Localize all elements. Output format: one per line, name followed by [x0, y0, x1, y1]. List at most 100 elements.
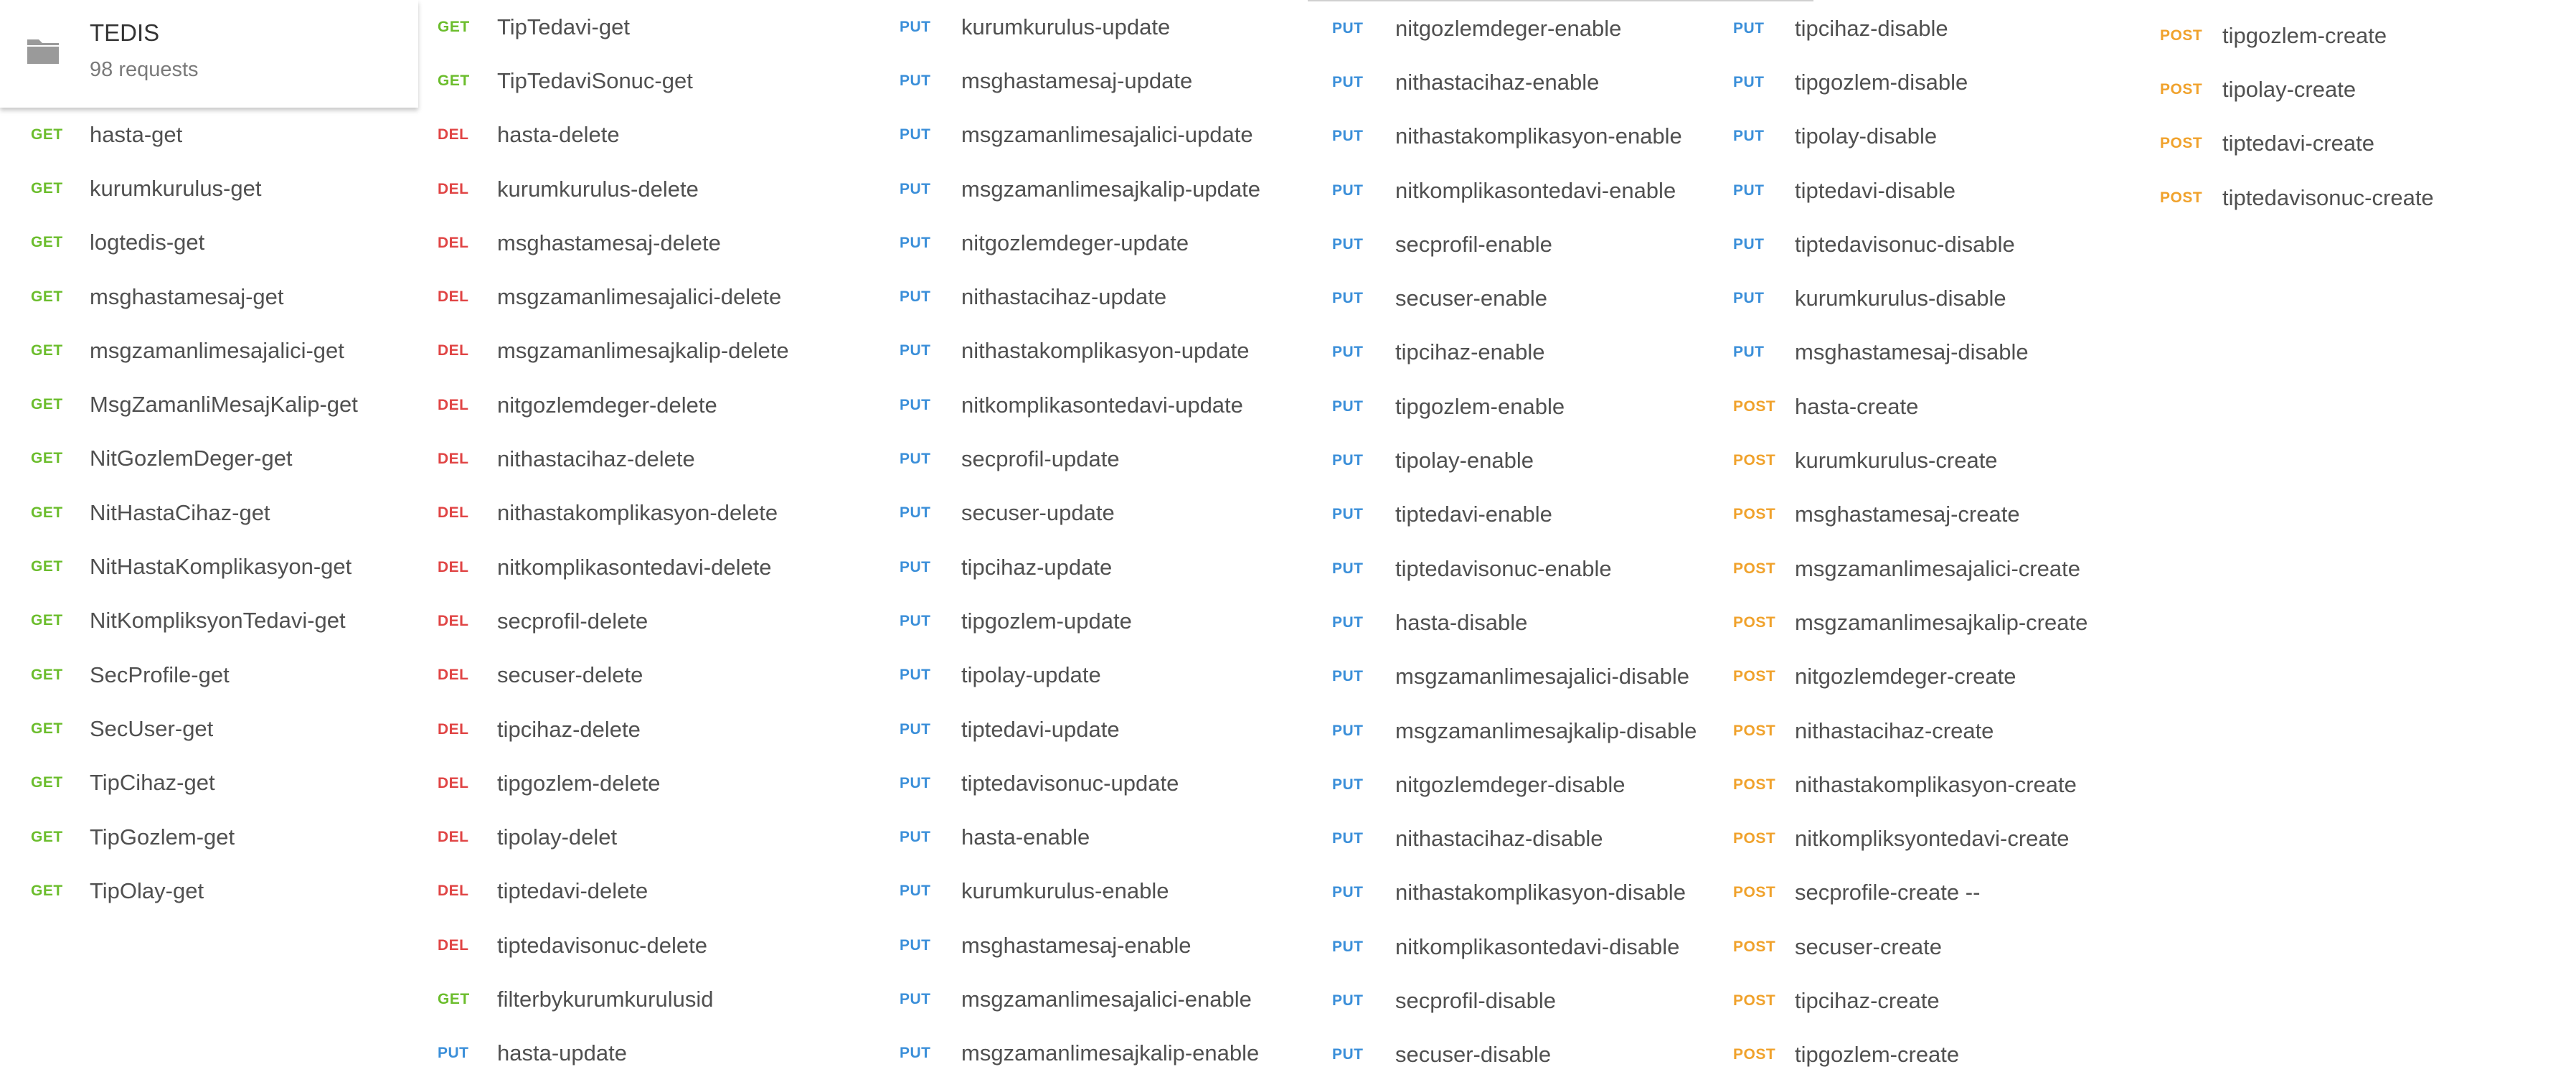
request-name: secuser-disable: [1395, 1042, 1552, 1068]
request-item[interactable]: POST nitgozlemdeger-create: [1718, 650, 2120, 704]
request-item[interactable]: DEL tiptedavi-delete: [418, 865, 820, 918]
request-item[interactable]: PUT nithastakomplikasyon-disable: [1316, 866, 1717, 920]
request-item[interactable]: POST kurumkurulus-create: [1718, 433, 2120, 487]
request-item[interactable]: PUT msghastamesaj-enable: [882, 918, 1284, 972]
request-item[interactable]: GET TipTedaviSonuc-get: [418, 54, 820, 108]
request-item[interactable]: PUT secprofil-enable: [1316, 217, 1717, 271]
request-item[interactable]: DEL nithastacihaz-delete: [418, 432, 820, 486]
request-item[interactable]: DEL hasta-delete: [418, 108, 820, 162]
request-item[interactable]: GET MsgZamanliMesajKalip-get: [0, 378, 402, 432]
request-item[interactable]: GET logtedis-get: [0, 216, 402, 270]
request-item[interactable]: DEL msghastamesaj-delete: [418, 216, 820, 270]
request-item[interactable]: POST nitkompliksyontedavi-create: [1718, 812, 2120, 866]
request-item[interactable]: GET hasta-get: [0, 108, 402, 161]
request-item[interactable]: DEL secuser-delete: [418, 649, 820, 702]
request-item[interactable]: PUT nithastakomplikasyon-update: [882, 324, 1284, 378]
request-item[interactable]: DEL tiptedavisonuc-delete: [418, 918, 820, 972]
request-item[interactable]: POST tipgozlem-create: [1718, 1028, 2120, 1082]
request-item[interactable]: POST tipolay-create: [2145, 62, 2547, 116]
request-item[interactable]: POST msgzamanlimesajkalip-create: [1718, 596, 2120, 649]
request-item[interactable]: DEL secprofil-delete: [418, 594, 820, 648]
request-item[interactable]: PUT tipcihaz-update: [882, 540, 1284, 594]
request-item[interactable]: POST hasta-create: [1718, 380, 2120, 433]
request-item[interactable]: POST tipcihaz-create: [1718, 974, 2120, 1027]
request-item[interactable]: PUT tipolay-enable: [1316, 433, 1717, 487]
request-item[interactable]: GET NitKompliksyonTedavi-get: [0, 594, 402, 648]
request-item[interactable]: PUT hasta-disable: [1316, 596, 1717, 649]
request-item[interactable]: PUT hasta-enable: [882, 811, 1284, 865]
request-item[interactable]: PUT tiptedavisonuc-update: [882, 756, 1284, 810]
request-item[interactable]: DEL tipgozlem-delete: [418, 756, 820, 810]
request-item[interactable]: PUT tiptedavisonuc-disable: [1718, 217, 2120, 271]
request-item[interactable]: PUT nithastacihaz-update: [882, 270, 1284, 324]
request-name: tiptedavi-create: [2222, 131, 2374, 156]
request-item[interactable]: PUT secprofil-update: [882, 432, 1284, 486]
request-item[interactable]: POST nithastakomplikasyon-create: [1718, 758, 2120, 812]
request-item[interactable]: PUT kurumkurulus-update: [882, 0, 1284, 54]
request-item[interactable]: PUT nitgozlemdeger-disable: [1316, 758, 1717, 812]
request-item[interactable]: PUT secprofil-disable: [1316, 974, 1717, 1027]
request-item[interactable]: PUT kurumkurulus-disable: [1718, 272, 2120, 326]
request-item[interactable]: POST tiptedavi-create: [2145, 117, 2547, 171]
request-item[interactable]: PUT tiptedavi-disable: [1718, 164, 2120, 217]
request-item[interactable]: GET NitHastaKomplikasyon-get: [0, 540, 402, 593]
request-item[interactable]: PUT secuser-update: [882, 486, 1284, 540]
request-item[interactable]: PUT tiptedavisonuc-enable: [1316, 542, 1717, 596]
request-item[interactable]: GET TipGozlem-get: [0, 810, 402, 864]
request-item[interactable]: PUT nithastacihaz-disable: [1316, 812, 1717, 866]
request-item[interactable]: GET NitGozlemDeger-get: [0, 432, 402, 486]
request-item[interactable]: GET TipCihaz-get: [0, 756, 402, 810]
request-item[interactable]: PUT nitkomplikasontedavi-enable: [1316, 164, 1717, 217]
request-item[interactable]: POST tipgozlem-create: [2145, 9, 2547, 62]
request-item[interactable]: DEL msgzamanlimesajkalip-delete: [418, 324, 820, 378]
request-item[interactable]: GET TipTedavi-get: [418, 0, 820, 54]
request-item[interactable]: PUT msgzamanlimesajkalip-disable: [1316, 704, 1717, 758]
request-item[interactable]: GET NitHastaCihaz-get: [0, 486, 402, 540]
request-item[interactable]: PUT nitgozlemdeger-update: [882, 216, 1284, 270]
request-item[interactable]: POST msgzamanlimesajalici-create: [1718, 542, 2120, 596]
request-item[interactable]: PUT tipcihaz-disable: [1718, 1, 2120, 55]
request-item[interactable]: PUT msgzamanlimesajalici-enable: [882, 972, 1284, 1026]
request-item[interactable]: POST msghastamesaj-create: [1718, 488, 2120, 542]
collection-header[interactable]: TEDIS 98 requests: [0, 0, 418, 108]
request-item[interactable]: PUT secuser-disable: [1316, 1028, 1717, 1082]
request-item[interactable]: DEL tipolay-delet: [418, 811, 820, 865]
request-item[interactable]: PUT tipgozlem-enable: [1316, 380, 1717, 433]
request-item[interactable]: GET TipOlay-get: [0, 864, 402, 918]
request-item[interactable]: PUT tipgozlem-update: [882, 594, 1284, 648]
request-item[interactable]: PUT nitkomplikasontedavi-update: [882, 378, 1284, 432]
request-item[interactable]: PUT tipolay-disable: [1718, 110, 2120, 164]
request-item[interactable]: GET kurumkurulus-get: [0, 161, 402, 215]
request-item[interactable]: DEL nitkomplikasontedavi-delete: [418, 540, 820, 594]
request-item[interactable]: PUT msgzamanlimesajalici-disable: [1316, 650, 1717, 704]
request-item[interactable]: PUT nitgozlemdeger-enable: [1316, 1, 1717, 55]
request-item[interactable]: PUT msgzamanlimesajkalip-update: [882, 162, 1284, 216]
request-item[interactable]: PUT tipgozlem-disable: [1718, 55, 2120, 109]
request-item[interactable]: POST tiptedavisonuc-create: [2145, 171, 2547, 225]
request-item[interactable]: PUT tiptedavi-update: [882, 702, 1284, 756]
request-item[interactable]: PUT nithastacihaz-enable: [1316, 55, 1717, 109]
request-item[interactable]: POST nithastacihaz-create: [1718, 704, 2120, 758]
request-item[interactable]: GET SecProfile-get: [0, 648, 402, 702]
request-item[interactable]: PUT kurumkurulus-enable: [882, 865, 1284, 918]
request-item[interactable]: DEL nithastakomplikasyon-delete: [418, 486, 820, 540]
request-item[interactable]: GET filterbykurumkurulusid: [418, 972, 820, 1026]
request-item[interactable]: PUT msghastamesaj-update: [882, 54, 1284, 108]
request-item[interactable]: PUT msghastamesaj-disable: [1718, 326, 2120, 380]
request-item[interactable]: DEL nitgozlemdeger-delete: [418, 378, 820, 432]
request-item[interactable]: PUT secuser-enable: [1316, 272, 1717, 326]
request-item[interactable]: PUT nitkomplikasontedavi-disable: [1316, 920, 1717, 974]
request-item[interactable]: DEL msgzamanlimesajalici-delete: [418, 270, 820, 324]
request-item[interactable]: PUT tiptedavi-enable: [1316, 488, 1717, 542]
request-item[interactable]: POST secprofile-create --: [1718, 866, 2120, 920]
request-item[interactable]: PUT nithastakomplikasyon-enable: [1316, 110, 1717, 164]
request-item[interactable]: PUT msgzamanlimesajalici-update: [882, 108, 1284, 162]
request-item[interactable]: PUT tipcihaz-enable: [1316, 326, 1717, 380]
request-item[interactable]: DEL kurumkurulus-delete: [418, 162, 820, 216]
request-item[interactable]: PUT tipolay-update: [882, 649, 1284, 702]
request-item[interactable]: GET SecUser-get: [0, 702, 402, 756]
request-item[interactable]: DEL tipcihaz-delete: [418, 702, 820, 756]
request-item[interactable]: GET msgzamanlimesajalici-get: [0, 324, 402, 377]
request-item[interactable]: POST secuser-create: [1718, 920, 2120, 974]
request-item[interactable]: GET msghastamesaj-get: [0, 270, 402, 324]
